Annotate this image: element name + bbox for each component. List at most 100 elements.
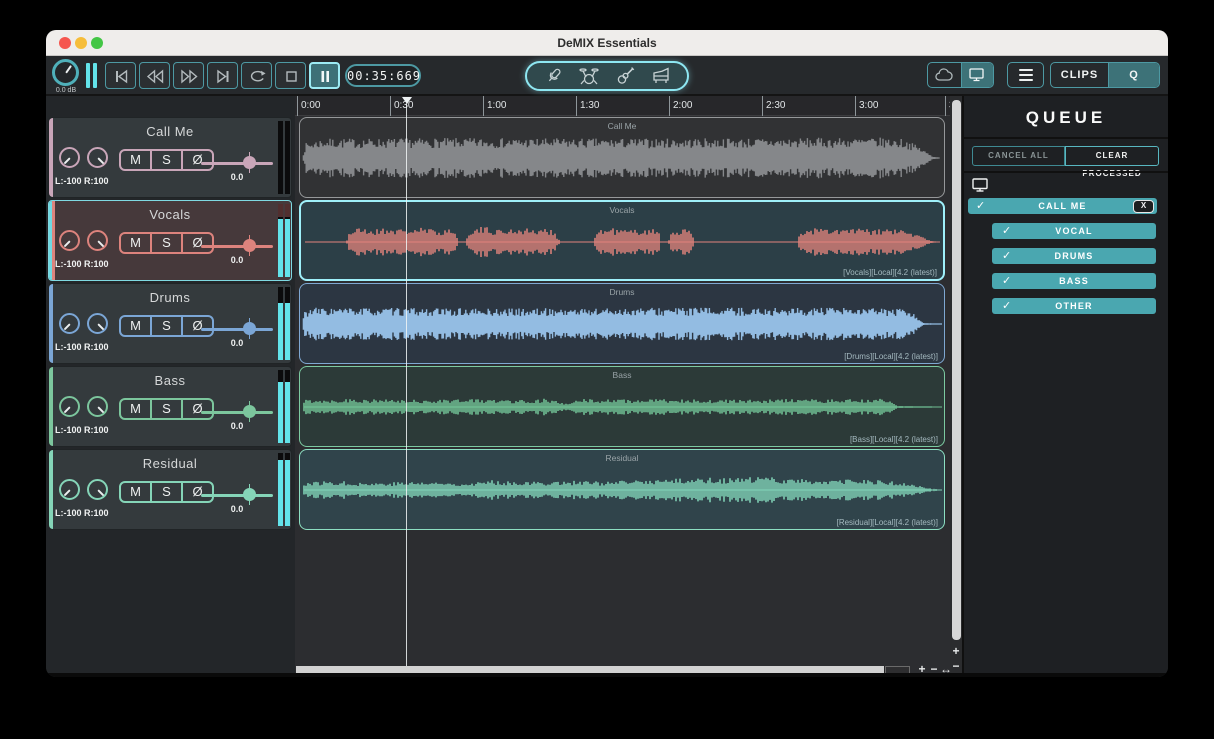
ruler-tick: 1:30 <box>576 96 599 116</box>
cloud-processing-button[interactable] <box>928 63 961 87</box>
volume-slider[interactable] <box>201 235 273 256</box>
track-buttons: MSØ <box>119 232 214 254</box>
volume-value: 0.0 <box>230 338 244 348</box>
queue-item[interactable]: ✓ BASS <box>992 273 1156 289</box>
audio-clip[interactable]: Bass [Bass][Local][4.2 (latest)] <box>299 366 945 447</box>
pan-right-knob[interactable] <box>87 396 108 417</box>
meter-fill <box>278 218 283 277</box>
piano-button[interactable] <box>648 65 674 87</box>
drums-button[interactable] <box>576 65 602 87</box>
skip-to-start-button[interactable] <box>105 62 136 89</box>
track-header[interactable]: Call Me M S Ø L:-100 R:100 0.0 <box>48 117 292 198</box>
master-volume-knob[interactable] <box>52 59 79 86</box>
solo-button[interactable]: S <box>150 481 183 503</box>
remove-queue-item-button[interactable]: X <box>1133 199 1154 213</box>
track-buttons: MSØ <box>119 315 214 337</box>
audio-clip[interactable]: Drums [Drums][Local][4.2 (latest)] <box>299 283 945 364</box>
skip-to-end-button[interactable] <box>207 62 238 89</box>
playhead-line <box>406 104 407 666</box>
track-buttons: MSØ <box>119 149 214 171</box>
slider-thumb[interactable] <box>243 401 256 422</box>
track-buttons: MSØ <box>119 481 214 503</box>
mute-button[interactable]: M <box>119 149 152 171</box>
skip-to-start-icon <box>115 69 127 83</box>
pan-right-knob[interactable] <box>87 313 108 334</box>
title-bar: DeMIX Essentials <box>46 30 1168 56</box>
slider-thumb[interactable] <box>243 235 256 256</box>
pan-left-knob[interactable] <box>59 313 80 334</box>
volume-slider[interactable] <box>201 401 273 422</box>
vertical-zoom-in-button[interactable]: + <box>950 644 962 658</box>
pan-left-knob[interactable] <box>59 230 80 251</box>
meter-bar <box>278 287 283 360</box>
mute-button[interactable]: M <box>119 315 152 337</box>
time-display[interactable]: 00:35:669 <box>345 64 421 87</box>
knob-pointer <box>96 156 104 164</box>
volume-slider[interactable] <box>201 152 273 173</box>
menu-button[interactable] <box>1008 63 1043 87</box>
knob-pointer <box>63 322 71 330</box>
window-footer <box>46 673 1168 677</box>
audio-clip[interactable]: Call Me <box>299 117 945 198</box>
mute-button[interactable]: M <box>119 398 152 420</box>
audio-clip[interactable]: Residual [Residual][Local][4.2 (latest)] <box>299 449 945 530</box>
divider <box>964 137 1168 139</box>
timeline-ruler[interactable]: 0:00 0:30 1:00 1:30 2:00 2:30 3:00 3 <box>295 96 955 116</box>
mute-button[interactable]: M <box>119 232 152 254</box>
volume-slider[interactable] <box>201 484 273 505</box>
volume-value: 0.0 <box>230 421 244 431</box>
solo-button[interactable]: S <box>150 149 183 171</box>
queue-title: QUEUE <box>1025 108 1107 127</box>
volume-value: 0.0 <box>230 255 244 265</box>
clips-tab[interactable]: CLIPS <box>1051 63 1108 87</box>
stop-button[interactable] <box>275 62 306 89</box>
knob-pointer <box>63 156 71 164</box>
track-header[interactable]: Vocals M S Ø L:-100 R:100 0.0 <box>48 200 292 281</box>
pause-button[interactable] <box>309 62 340 89</box>
pan-right-knob[interactable] <box>87 147 108 168</box>
guitar-button[interactable] <box>612 65 638 87</box>
solo-button[interactable]: S <box>150 232 183 254</box>
loop-button[interactable] <box>241 62 272 89</box>
stem-selector <box>525 61 689 91</box>
queue-item[interactable]: ✓ OTHER <box>992 298 1156 314</box>
pan-left-knob[interactable] <box>59 147 80 168</box>
slider-thumb[interactable] <box>243 484 256 505</box>
local-processing-button[interactable] <box>960 63 993 87</box>
clip-title: Call Me <box>607 121 637 131</box>
pan-left-knob[interactable] <box>59 396 80 417</box>
slider-thumb[interactable] <box>243 152 256 173</box>
track-header-panel: Call Me M S Ø L:-100 R:100 0.0 Vocals M S Ø L:-100… <box>46 96 295 673</box>
audio-clip[interactable]: Vocals [Vocals][Local][4.2 (latest)] <box>299 200 945 281</box>
clear-processed-button[interactable]: CLEAR PROCESSED <box>1065 146 1159 178</box>
level-meters <box>278 370 290 443</box>
solo-button[interactable]: S <box>150 315 183 337</box>
queue-item[interactable]: ✓ VOCAL <box>992 223 1156 239</box>
queue-item[interactable]: ✓ DRUMS <box>992 248 1156 264</box>
stop-icon <box>285 70 297 82</box>
vertical-zoom-out-button[interactable]: − <box>950 659 962 673</box>
vertical-scrollbar-thumb[interactable] <box>952 100 961 640</box>
track-header[interactable]: Residual M S Ø L:-100 R:100 0.0 <box>48 449 292 530</box>
knob-pointer <box>64 64 72 74</box>
cancel-all-button[interactable]: CANCEL ALL <box>972 146 1065 166</box>
rewind-button[interactable] <box>139 62 170 89</box>
pan-left-knob[interactable] <box>59 479 80 500</box>
slider-thumb[interactable] <box>243 318 256 339</box>
track-header[interactable]: Bass M S Ø L:-100 R:100 0.0 <box>48 366 292 447</box>
meter-bar <box>285 287 290 360</box>
fast-forward-button[interactable] <box>173 62 204 89</box>
track-header[interactable]: Drums M S Ø L:-100 R:100 0.0 <box>48 283 292 364</box>
queue-item-label: DRUMS <box>1054 251 1094 261</box>
queue-item-label: CALL ME <box>1038 201 1087 211</box>
solo-button[interactable]: S <box>150 398 183 420</box>
pan-right-knob[interactable] <box>87 230 108 251</box>
queue-item[interactable]: ✓ CALL ME X <box>968 198 1157 214</box>
microphone-button[interactable] <box>540 65 566 87</box>
mute-button[interactable]: M <box>119 481 152 503</box>
queue-tab[interactable]: Q <box>1107 63 1159 87</box>
queue-tab-label: Q <box>1129 69 1139 81</box>
playhead-marker[interactable] <box>402 97 412 104</box>
pan-right-knob[interactable] <box>87 479 108 500</box>
volume-slider[interactable] <box>201 318 273 339</box>
